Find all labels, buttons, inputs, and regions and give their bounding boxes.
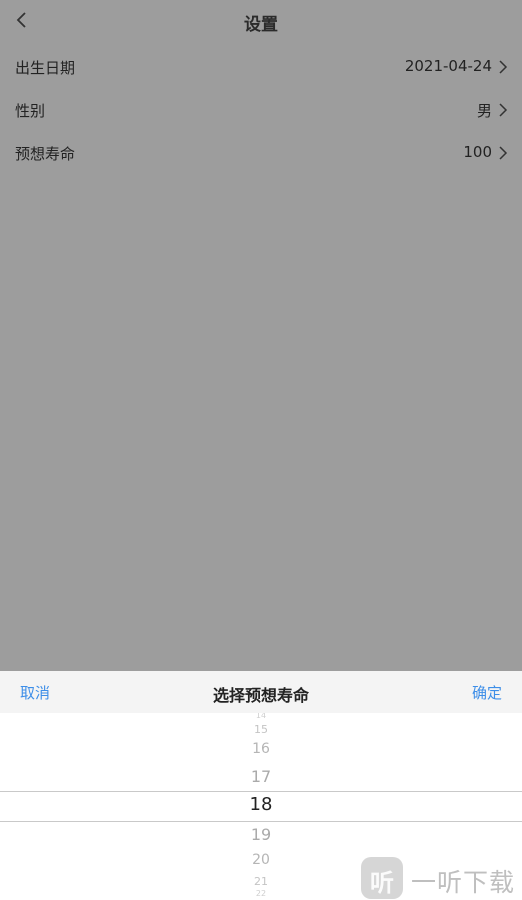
- watermark-text: 一听下载: [411, 868, 516, 897]
- picker-item[interactable]: 15: [0, 723, 522, 736]
- settings-row-life-expectancy[interactable]: 预想寿命 100: [0, 131, 522, 174]
- picker-selection-bottom-line: [0, 821, 522, 822]
- chevron-right-icon: [499, 103, 508, 117]
- settings-row-birthdate[interactable]: 出生日期 2021-04-24: [0, 45, 522, 88]
- birthdate-value: 2021-04-24: [404, 57, 492, 75]
- picker-item[interactable]: 17: [0, 767, 522, 786]
- life-expectancy-label: 预想寿命: [15, 145, 76, 163]
- picker-selection-top-line: [0, 791, 522, 792]
- chevron-right-icon: [499, 146, 508, 160]
- chevron-right-icon: [499, 60, 508, 74]
- picker-item[interactable]: 19: [0, 825, 522, 844]
- picker-item[interactable]: 14: [0, 713, 522, 720]
- picker-item-selected[interactable]: 18: [0, 794, 522, 815]
- page-title: 设置: [244, 15, 278, 35]
- settings-row-gender[interactable]: 性别 男: [0, 88, 522, 131]
- picker-toolbar: 取消 选择预想寿命 确定: [0, 671, 522, 713]
- watermark-badge-text: 听: [370, 869, 394, 897]
- life-expectancy-value: 100: [463, 143, 492, 161]
- picker-item[interactable]: 16: [0, 741, 522, 757]
- navigation-bar: 设置: [0, 0, 522, 44]
- gender-value: 男: [476, 102, 492, 120]
- gender-label: 性别: [15, 102, 46, 120]
- birthdate-label: 出生日期: [15, 59, 76, 77]
- confirm-button[interactable]: 确定: [472, 682, 502, 703]
- watermark-logo-badge: 听: [361, 857, 403, 899]
- picker-title: 选择预想寿命: [212, 686, 309, 705]
- watermark: 听 一听下载: [361, 857, 521, 899]
